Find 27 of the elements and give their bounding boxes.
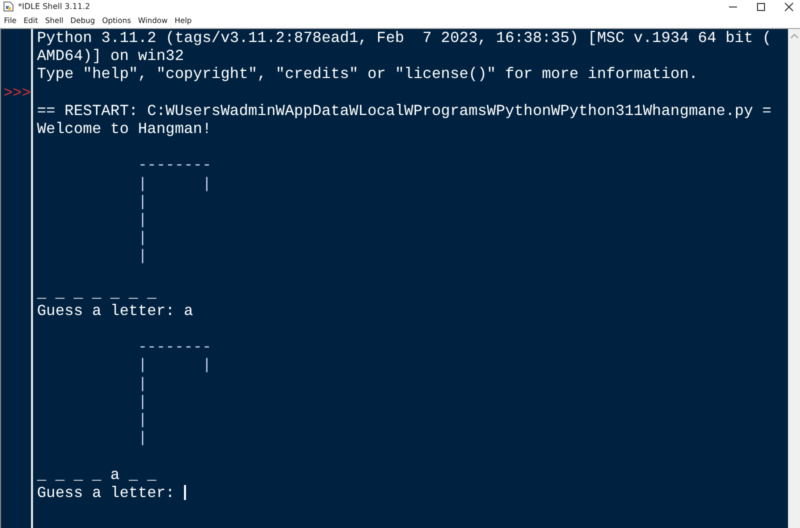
scrollbar[interactable] (788, 29, 800, 528)
ascii-art-line: | (136, 229, 148, 248)
ascii-art-line: | (136, 210, 148, 230)
ascii-art-line: -------- (136, 156, 212, 175)
ascii-art-line: | (136, 247, 148, 266)
ascii-art-line: | (136, 429, 148, 448)
output-line: AMD64)] on win32 (37, 47, 184, 66)
shell-prompt: >>> (3, 84, 31, 102)
ascii-art-line: | | (136, 356, 212, 375)
output-line: Welcome to Hangman! (37, 120, 212, 138)
ascii-art-line: | | (136, 174, 212, 193)
output-line: _ _ _ _ _ _ _ (37, 284, 156, 302)
window-title: *IDLE Shell 3.11.2 (18, 2, 90, 11)
close-icon[interactable] (784, 2, 794, 12)
ascii-art-line: | (136, 392, 148, 411)
ascii-art-line: | (136, 374, 148, 393)
output-line: Python 3.11.2 (tags/v3.11.2:878ead1, Feb 7 2023, 16:38:35) [MSC v.1934 64 bit ( (37, 29, 772, 48)
output-line: Guess a letter: (37, 484, 176, 502)
output-line: Guess a letter: a (37, 302, 194, 320)
maximize-icon[interactable] (756, 2, 766, 12)
output-line: == RESTART: C:WUsersWadminWAppDataWLocalWProgramsWPythonWPython311Whangmane.py = (37, 102, 772, 120)
ascii-art-line: | (136, 192, 148, 211)
output-line: _ _ _ _ a _ _ (37, 466, 156, 484)
ascii-art-line: -------- (136, 338, 212, 356)
ascii-art-line: | (136, 410, 148, 430)
python-file-icon (3, 1, 14, 12)
output-line: Type "help", "copyright", "credits" or "license()" for more information. (37, 65, 698, 84)
